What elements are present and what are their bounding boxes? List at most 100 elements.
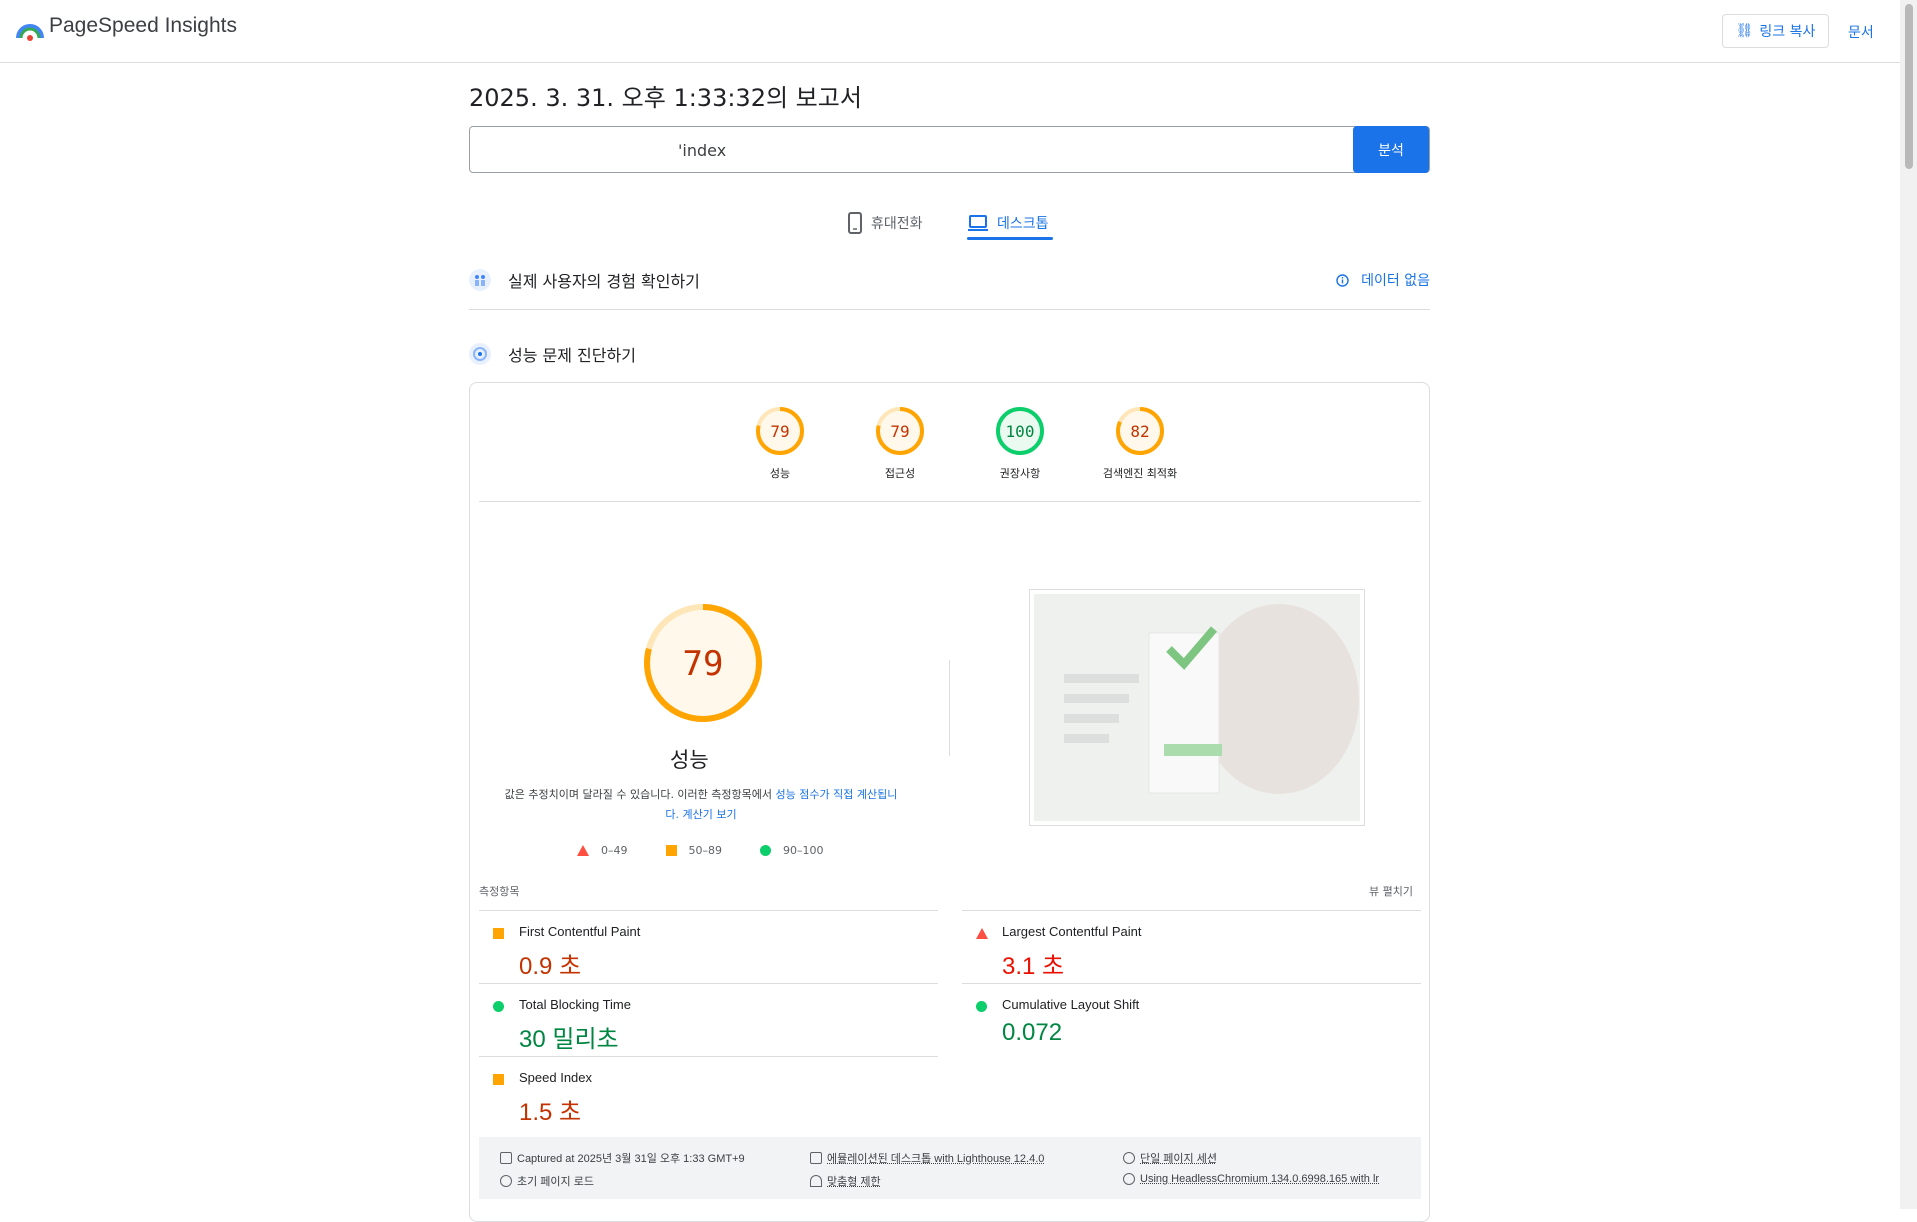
docs-link[interactable]: 문서 [1848,22,1874,42]
metric-name: First Contentful Paint [519,924,641,939]
metric-tbt[interactable]: Total Blocking Time 30 밀리초 [479,983,938,1056]
legend-fail-range: 0–49 [601,844,628,857]
metric-value: 3.1 초 [1002,953,1065,980]
metric-name: Speed Index [519,1070,593,1085]
pagespeed-logo-icon[interactable] [15,18,45,44]
scrollbar-thumb[interactable] [1905,4,1913,169]
score-label: 접근성 [884,467,916,480]
score-gauge: 100 [996,407,1044,455]
pass-circle-icon [760,845,771,856]
score-label: 검색엔진 최적화 [1102,467,1178,480]
session-icon [1123,1152,1135,1164]
initial-load: 초기 페이지 로드 [500,1173,594,1189]
diagnose-icon [469,343,491,365]
metric-value: 0.9 초 [519,953,582,980]
session-text: 단일 페이지 세션 [1140,1153,1217,1165]
real-user-section: 실제 사용자의 경험 확인하기 데이터 없음 [469,268,1430,292]
analyze-button[interactable]: 분석 [1353,126,1429,173]
tab-mobile-label: 휴대전화 [871,216,923,232]
section-divider [469,309,1430,310]
browser-version[interactable]: Using HeadlessChromium 134.0.6998.165 wi… [1123,1173,1379,1185]
expand-view-toggle[interactable]: 뷰 펼치기 [1369,883,1413,899]
browser-text: Using HeadlessChromium 134.0.6998.165 wi… [1140,1173,1380,1185]
tab-desktop-label: 데스크톱 [997,216,1049,232]
metric-cls[interactable]: Cumulative Layout Shift 0.072 [962,983,1421,1056]
fail-triangle-icon [976,928,988,939]
pass-circle-icon [493,1001,504,1012]
legend-average: 50–89 [665,844,723,857]
performance-score: 79 [683,644,724,684]
url-input[interactable]: 'index [469,126,1430,173]
fail-triangle-icon [577,845,589,856]
legend-average-range: 50–89 [688,844,723,857]
app-title[interactable]: PageSpeed Insights [49,14,237,38]
tab-mobile[interactable]: 휴대전화 [847,206,923,240]
score-value: 79 [890,422,909,441]
metric-fcp[interactable]: First Contentful Paint 0.9 초 [479,910,938,983]
page-scrollbar[interactable] [1900,0,1917,1209]
copy-link-label: 링크 복사 [1759,24,1816,40]
score-accessibility[interactable]: 79 접근성 [840,405,960,481]
score-legend: 0–49 50–89 90–100 [577,844,862,857]
metric-value: 1.5 초 [519,1099,582,1126]
screenshot-preview-image [1034,594,1360,821]
score-value: 79 [770,422,789,441]
copy-link-button[interactable]: ⛓ 링크 복사 [1722,14,1829,48]
runtime-settings: Captured at 2025년 3월 31일 오후 1:33 GMT+9 초… [479,1137,1421,1199]
average-square-icon [665,845,677,856]
score-gauge: 79 [876,407,924,455]
score-value: 82 [1130,422,1149,441]
category-scores: 79 성능 79 접근성 100 권장사항 82 검색엔진 최적화 [720,405,1200,485]
score-label: 권장사항 [999,467,1041,480]
score-seo[interactable]: 82 검색엔진 최적화 [1080,405,1200,481]
score-label: 성능 [769,467,791,480]
legend-pass-range: 90–100 [783,844,824,857]
tab-desktop[interactable]: 데스크톱 [967,206,1049,240]
legend-fail: 0–49 [577,844,628,857]
emulated-text: 에뮬레이션된 데스크톱 with Lighthouse 12.4.0 [827,1153,1045,1165]
real-user-title: 실제 사용자의 경험 확인하기 [508,272,700,291]
timer-icon [500,1175,512,1187]
info-icon [1336,273,1349,287]
performance-gauge: 79 [644,604,762,722]
custom-throttling[interactable]: 맞춤형 제한 [810,1173,881,1189]
active-tab-indicator [967,237,1053,240]
captured-text: Captured at 2025년 3월 31일 오후 1:33 GMT+9 [517,1153,745,1165]
score-value: 100 [1006,422,1035,441]
laptop-icon [968,215,988,231]
single-session[interactable]: 단일 페이지 세션 [1123,1150,1217,1166]
no-data-link[interactable]: 데이터 없음 [1336,270,1430,290]
metric-name: Cumulative Layout Shift [1002,997,1140,1012]
average-square-icon [493,928,504,939]
metric-lcp[interactable]: Largest Contentful Paint 3.1 초 [962,910,1421,983]
link-icon: ⛓ [1735,23,1754,39]
diagnose-section: 성능 문제 진단하기 [469,342,1430,366]
users-icon [469,269,491,291]
diagnose-title: 성능 문제 진단하기 [508,346,636,365]
no-data-label: 데이터 없음 [1361,273,1430,289]
average-square-icon [493,1074,504,1085]
calculator-link[interactable]: 계산기 보기 [683,808,737,821]
score-note-text: 값은 추정치이며 달라질 수 있습니다. 이러한 측정항목에서 [504,788,776,801]
metric-value: 0.072 [1002,1019,1063,1046]
metric-name: Largest Contentful Paint [1002,924,1142,939]
final-screenshot[interactable] [1029,589,1365,826]
score-performance[interactable]: 79 성능 [720,405,840,481]
report-divider [949,660,950,756]
emulated-device[interactable]: 에뮬레이션된 데스크톱 with Lighthouse 12.4.0 [810,1150,1044,1166]
score-best-practices[interactable]: 100 권장사항 [960,405,1080,481]
performance-label: 성능 [670,748,709,772]
devices-icon [810,1152,822,1164]
metric-si[interactable]: Speed Index 1.5 초 [479,1056,938,1129]
throttling-text: 맞춤형 제한 [827,1176,881,1188]
metrics-title: 측정항목 [479,885,520,898]
legend-pass: 90–100 [760,844,824,857]
initial-load-text: 초기 페이지 로드 [517,1176,594,1188]
calendar-icon [500,1152,512,1164]
score-gauge: 82 [1116,407,1164,455]
chrome-icon [1123,1173,1135,1185]
pass-circle-icon [976,1001,987,1012]
metric-name: Total Blocking Time [519,997,631,1012]
phone-icon [848,212,862,234]
captured-time: Captured at 2025년 3월 31일 오후 1:33 GMT+9 [500,1150,745,1166]
